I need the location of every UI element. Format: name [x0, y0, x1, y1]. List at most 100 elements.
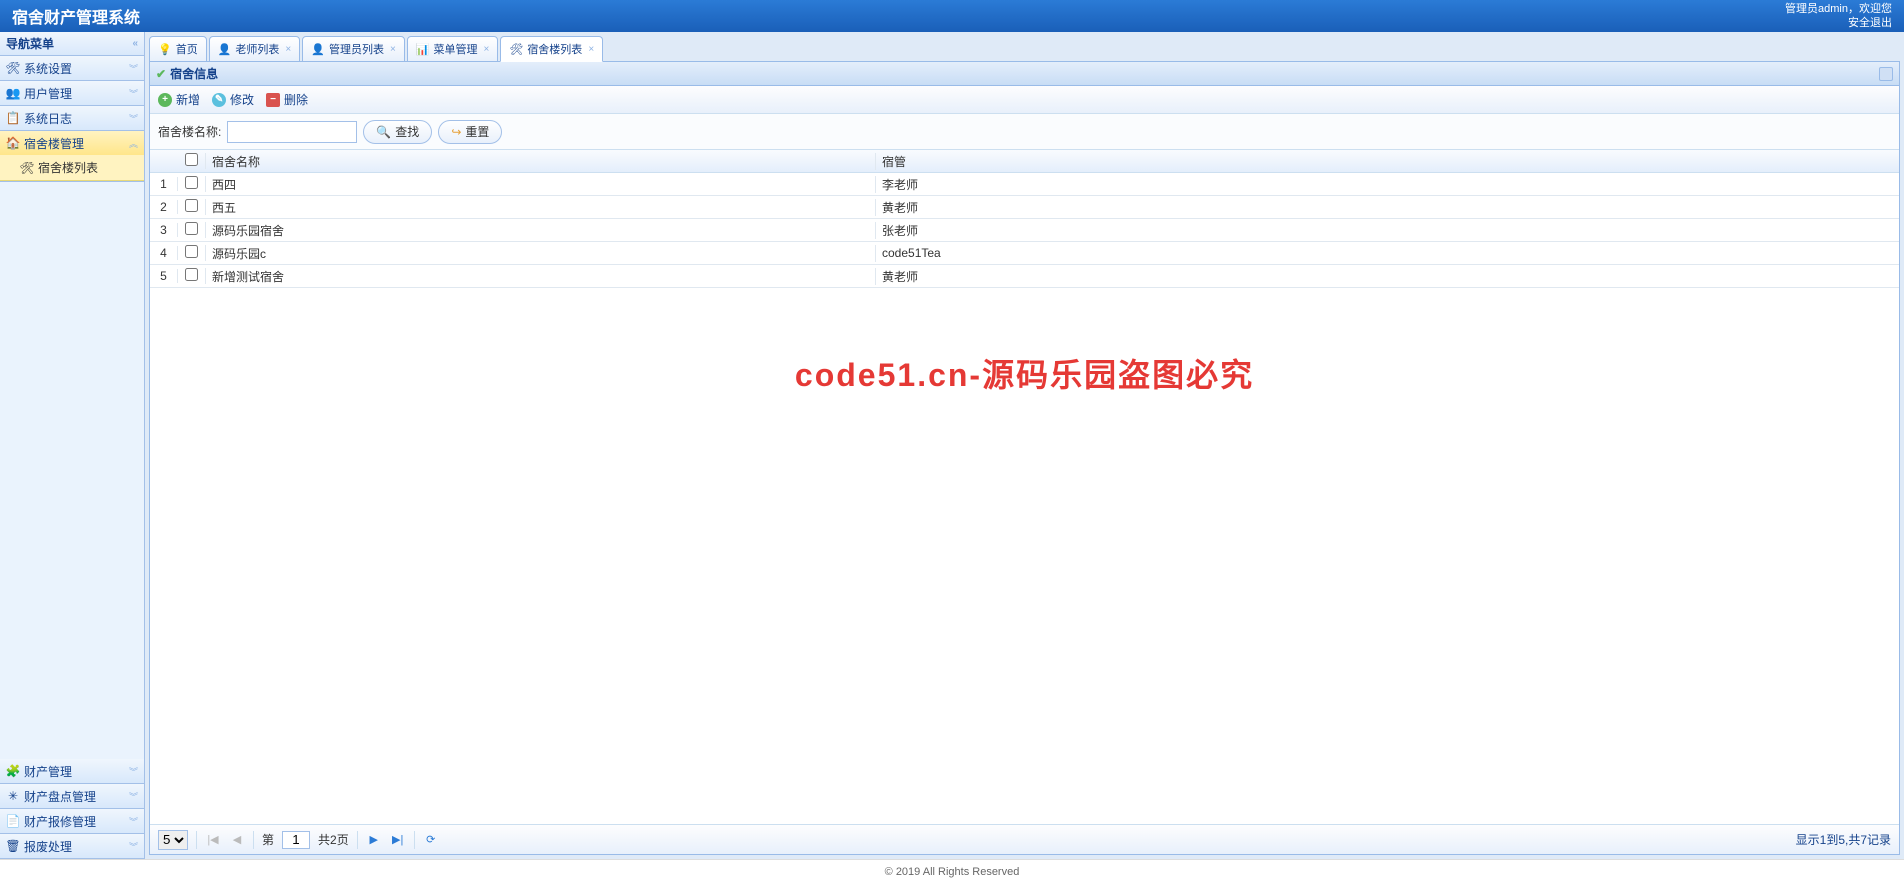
first-page-button[interactable]: |◀ [205, 832, 221, 848]
cell-manager: 黄老师 [876, 199, 1899, 216]
col-header-manager[interactable]: 宿管 [876, 153, 1899, 170]
close-icon[interactable]: × [588, 44, 594, 55]
cell-manager: code51Tea [876, 246, 1899, 260]
pager: 5 |◀ ◀ 第 共2页 ▶ ▶| ⟳ 显示1到5,共7记录 [150, 824, 1899, 854]
chevron-icon: ︾ [129, 87, 138, 100]
nav-icon: 📄 [6, 814, 20, 828]
toolbar: + 新增 ✎ 修改 − 删除 [150, 86, 1899, 114]
col-header-check [178, 153, 206, 169]
find-button[interactable]: 🔍 查找 [363, 120, 432, 144]
nav-item-label: 宿舍楼列表 [38, 159, 98, 176]
tab-label: 管理员列表 [329, 41, 384, 57]
table-row[interactable]: 3源码乐园宿舍张老师 [150, 219, 1899, 242]
table-row[interactable]: 2西五黄老师 [150, 196, 1899, 219]
nav-icon: 🗑 [6, 839, 20, 853]
close-icon[interactable]: × [390, 44, 396, 55]
chevron-icon: ︾ [129, 840, 138, 853]
cell-manager: 黄老师 [876, 268, 1899, 285]
tab-icon: 👤 [218, 43, 232, 56]
row-checkbox[interactable] [185, 199, 198, 212]
chevron-icon: ︾ [129, 790, 138, 803]
nav-group-label: 系统日志 [24, 110, 72, 127]
next-page-button[interactable]: ▶ [366, 832, 382, 848]
chevron-icon: ︾ [129, 112, 138, 125]
find-label: 查找 [395, 123, 419, 140]
tab-label: 宿舍楼列表 [527, 41, 582, 57]
reset-button[interactable]: ↪ 重置 [438, 120, 502, 144]
tab-label: 首页 [176, 41, 198, 57]
search-input[interactable] [227, 121, 357, 143]
nav-group-label: 用户管理 [24, 85, 72, 102]
page-size-select[interactable]: 5 [158, 830, 188, 850]
nav-group-1[interactable]: 👥用户管理︾ [0, 81, 144, 105]
nav-group-0[interactable]: 🛠系统设置︾ [0, 56, 144, 80]
tab-0[interactable]: 💡 首页 [149, 36, 207, 62]
select-all-checkbox[interactable] [185, 153, 198, 166]
watermark-text: code51.cn-源码乐园盗图必究 [795, 350, 1254, 396]
tab-label: 老师列表 [235, 41, 279, 57]
tab-icon: 📊 [416, 43, 430, 56]
row-checkbox[interactable] [185, 222, 198, 235]
nav-icon: 🧩 [6, 764, 20, 778]
delete-label: 删除 [284, 91, 308, 108]
nav-icon: 🏠 [6, 136, 20, 150]
table-row[interactable]: 1西四李老师 [150, 173, 1899, 196]
tab-4[interactable]: 🛠宿舍楼列表× [500, 36, 603, 62]
table-header-row: 宿舍名称 宿管 [150, 150, 1899, 173]
tab-icon: 💡 [158, 43, 172, 56]
pencil-icon: ✎ [212, 93, 226, 107]
row-checkbox[interactable] [185, 176, 198, 189]
row-check-cell [178, 245, 206, 261]
pager-separator [357, 831, 358, 849]
delete-button[interactable]: − 删除 [266, 91, 308, 108]
chevron-icon: ︾ [129, 765, 138, 778]
tab-1[interactable]: 👤老师列表 × [209, 36, 301, 62]
cell-manager: 李老师 [876, 176, 1899, 193]
col-header-name[interactable]: 宿舍名称 [206, 153, 876, 170]
refresh-button[interactable]: ⟳ [423, 832, 439, 848]
app-title: 宿舍财产管理系统 [12, 4, 140, 28]
minus-icon: − [266, 93, 280, 107]
last-page-button[interactable]: ▶| [390, 832, 406, 848]
app-header: 宿舍财产管理系统 管理员admin，欢迎您 安全退出 [0, 0, 1904, 32]
logout-link[interactable]: 安全退出 [1785, 16, 1892, 30]
nav-icon: 🛠 [6, 61, 20, 75]
table-row[interactable]: 4源码乐园ccode51Tea [150, 242, 1899, 265]
nav-group-4[interactable]: 🧩财产管理︾ [0, 759, 144, 783]
row-check-cell [178, 199, 206, 215]
row-check-cell [178, 222, 206, 238]
nav-icon: ✳ [6, 789, 20, 803]
row-check-cell [178, 268, 206, 284]
edit-label: 修改 [230, 91, 254, 108]
page-label-prefix: 第 [262, 831, 274, 848]
row-checkbox[interactable] [185, 245, 198, 258]
table-row[interactable]: 5新增测试宿舍黄老师 [150, 265, 1899, 288]
collapse-icon[interactable]: « [132, 38, 138, 49]
page-number-input[interactable] [282, 831, 310, 849]
nav-group-7[interactable]: 🗑 报废处理 ︾ [0, 834, 144, 858]
add-button[interactable]: + 新增 [158, 91, 200, 108]
header-user-area: 管理员admin，欢迎您 安全退出 [1785, 2, 1892, 30]
tool-icon: 🛠 [20, 161, 34, 175]
nav-group-label: 报废处理 [24, 838, 72, 855]
nav-group-5[interactable]: ✳ 财产盘点管理 ︾ [0, 784, 144, 808]
close-icon[interactable]: × [484, 44, 490, 55]
tab-3[interactable]: 📊菜单管理× [407, 36, 499, 62]
nav-group-label: 财产报修管理 [24, 813, 96, 830]
nav-group-3[interactable]: 🏠宿舍楼管理︽ [0, 131, 144, 155]
cell-name: 源码乐园宿舍 [206, 222, 876, 239]
panel-minimize-button[interactable] [1879, 67, 1893, 81]
close-icon[interactable]: × [285, 44, 291, 55]
prev-page-button[interactable]: ◀ [229, 832, 245, 848]
pager-separator [196, 831, 197, 849]
nav-group-label: 财产盘点管理 [24, 788, 96, 805]
search-icon: 🔍 [376, 125, 391, 139]
tab-2[interactable]: 👤管理员列表× [302, 36, 405, 62]
nav-group-2[interactable]: 📋系统日志︾ [0, 106, 144, 130]
nav-group-6[interactable]: 📄财产报修管理︾ [0, 809, 144, 833]
nav-item-dorm-list[interactable]: 🛠 宿舍楼列表 [0, 155, 144, 181]
row-checkbox[interactable] [185, 268, 198, 281]
edit-button[interactable]: ✎ 修改 [212, 91, 254, 108]
pager-separator [253, 831, 254, 849]
main-panel: ✔ 宿舍信息 + 新增 ✎ 修改 − 删 [149, 61, 1900, 855]
